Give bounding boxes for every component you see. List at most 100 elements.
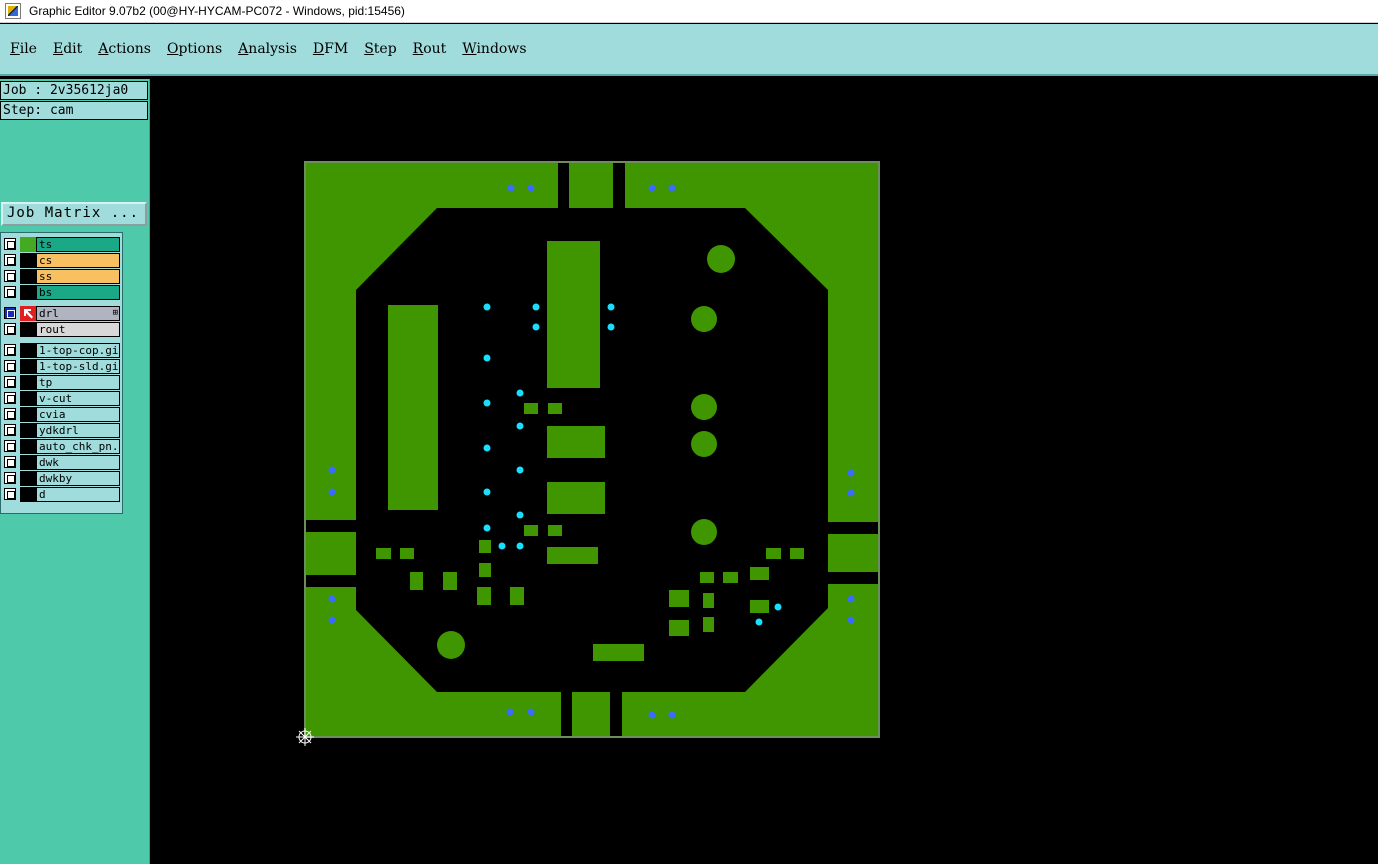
layer-row-1-top-cop-gi[interactable]: 1-top-cop.gi: [3, 343, 120, 358]
layer-checkbox[interactable]: [4, 424, 16, 436]
menu-label: ptions: [178, 41, 223, 57]
smd-pad: [700, 572, 714, 583]
layer-checkbox[interactable]: [4, 323, 16, 335]
layer-row-rout[interactable]: rout: [3, 322, 120, 337]
layer-color-swatch[interactable]: [20, 407, 36, 422]
layer-name[interactable]: 1-top-sld.gi: [36, 359, 120, 374]
layer-checkbox[interactable]: [4, 307, 16, 319]
menu-mnemonic: R: [412, 41, 424, 57]
layer-name-text: ts: [39, 238, 53, 251]
layer-name-text: ydkdrl: [39, 424, 79, 437]
smd-pad: [479, 563, 491, 577]
layer-checkbox[interactable]: [4, 270, 16, 282]
layer-name[interactable]: dwkby: [36, 471, 120, 486]
layer-color-swatch[interactable]: [20, 359, 36, 374]
pcb-board-view[interactable]: [150, 79, 1378, 864]
layer-name[interactable]: tp: [36, 375, 120, 390]
smd-pad: [669, 590, 689, 607]
layer-checkbox[interactable]: [4, 392, 16, 404]
layer-name[interactable]: v-cut: [36, 391, 120, 406]
menu-label: dit: [63, 41, 83, 57]
drill-hole: [527, 184, 535, 192]
work-layer-arrow-icon[interactable]: [20, 306, 36, 321]
drill-hole: [328, 616, 336, 624]
layer-color-swatch[interactable]: [20, 269, 36, 284]
layer-checkbox[interactable]: [4, 238, 16, 250]
layer-color-swatch[interactable]: [20, 322, 36, 337]
menu-options[interactable]: Options: [167, 41, 222, 57]
graphic-canvas[interactable]: [150, 79, 1378, 864]
layer-color-swatch[interactable]: [20, 391, 36, 406]
layer-color-swatch[interactable]: [20, 455, 36, 470]
menu-rout[interactable]: Rout: [413, 41, 447, 57]
layer-checkbox[interactable]: [4, 376, 16, 388]
layer-row-v-cut[interactable]: v-cut: [3, 391, 120, 406]
layer-row-bs[interactable]: bs: [3, 285, 120, 300]
smd-pad: [524, 525, 538, 536]
job-matrix-button[interactable]: Job Matrix ...: [1, 202, 147, 226]
layer-row-1-top-sld-gi[interactable]: 1-top-sld.gi: [3, 359, 120, 374]
layer-row-ts[interactable]: ts: [3, 237, 120, 252]
right-slot-bottom: [828, 572, 878, 584]
layer-color-swatch[interactable]: [20, 471, 36, 486]
layer-checkbox[interactable]: [4, 456, 16, 468]
layer-color-swatch[interactable]: [20, 253, 36, 268]
drill-hole: [328, 466, 336, 474]
layer-row-auto-chk-pn-[interactable]: auto_chk_pn.: [3, 439, 120, 454]
layer-name[interactable]: ts: [36, 237, 120, 252]
layer-name[interactable]: auto_chk_pn.: [36, 439, 120, 454]
layer-checkbox[interactable]: [4, 254, 16, 266]
menu-file[interactable]: File: [10, 41, 37, 57]
menu-actions[interactable]: Actions: [98, 41, 151, 57]
layer-name[interactable]: ydkdrl: [36, 423, 120, 438]
layer-name[interactable]: d: [36, 487, 120, 502]
layer-color-swatch[interactable]: [20, 375, 36, 390]
layer-row-ss[interactable]: ss: [3, 269, 120, 284]
layer-row-ydkdrl[interactable]: ydkdrl: [3, 423, 120, 438]
layer-color-swatch[interactable]: [20, 487, 36, 502]
layer-name[interactable]: ss: [36, 269, 120, 284]
layer-checkbox[interactable]: [4, 408, 16, 420]
layer-checkbox[interactable]: [4, 440, 16, 452]
via-hole: [516, 422, 524, 430]
layer-checkbox[interactable]: [4, 360, 16, 372]
layer-name[interactable]: cs: [36, 253, 120, 268]
menu-label: nalysis: [248, 41, 297, 57]
layer-color-swatch[interactable]: [20, 285, 36, 300]
layer-name[interactable]: drl ⊞: [36, 306, 120, 321]
layer-name[interactable]: cvia: [36, 407, 120, 422]
layer-color-swatch[interactable]: [20, 237, 36, 252]
via-hole: [774, 603, 782, 611]
layer-row-cs[interactable]: cs: [3, 253, 120, 268]
via-hole: [516, 542, 524, 550]
layer-name[interactable]: bs: [36, 285, 120, 300]
layer-row-drl[interactable]: drl ⊞: [3, 306, 120, 321]
smd-pad: [376, 548, 391, 559]
layer-color-swatch[interactable]: [20, 423, 36, 438]
drill-hole: [507, 184, 515, 192]
layer-checkbox[interactable]: [4, 344, 16, 356]
layer-row-cvia[interactable]: cvia: [3, 407, 120, 422]
menu-mnemonic: F: [10, 41, 20, 57]
menu-edit[interactable]: Edit: [53, 41, 82, 57]
layer-color-swatch[interactable]: [20, 343, 36, 358]
via-hole: [498, 542, 506, 550]
left-slot-top: [306, 520, 356, 532]
menu-dfm[interactable]: DFM: [313, 41, 348, 57]
menu-bar: File Edit Actions Options Analysis DFM Step Rou…: [0, 24, 1378, 76]
layer-name[interactable]: rout: [36, 322, 120, 337]
layer-checkbox[interactable]: [4, 488, 16, 500]
menu-windows[interactable]: Windows: [462, 41, 526, 57]
layer-checkbox[interactable]: [4, 472, 16, 484]
layer-row-dwkby[interactable]: dwkby: [3, 471, 120, 486]
layer-row-tp[interactable]: tp: [3, 375, 120, 390]
layer-checkbox[interactable]: [4, 286, 16, 298]
layer-name[interactable]: 1-top-cop.gi: [36, 343, 120, 358]
menu-analysis[interactable]: Analysis: [238, 41, 297, 57]
layer-color-swatch[interactable]: [20, 439, 36, 454]
layer-name[interactable]: dwk: [36, 455, 120, 470]
menu-step[interactable]: Step: [364, 41, 396, 57]
layer-row-dwk[interactable]: dwk: [3, 455, 120, 470]
layer-name-text: tp: [39, 376, 53, 389]
layer-row-d[interactable]: d: [3, 487, 120, 502]
